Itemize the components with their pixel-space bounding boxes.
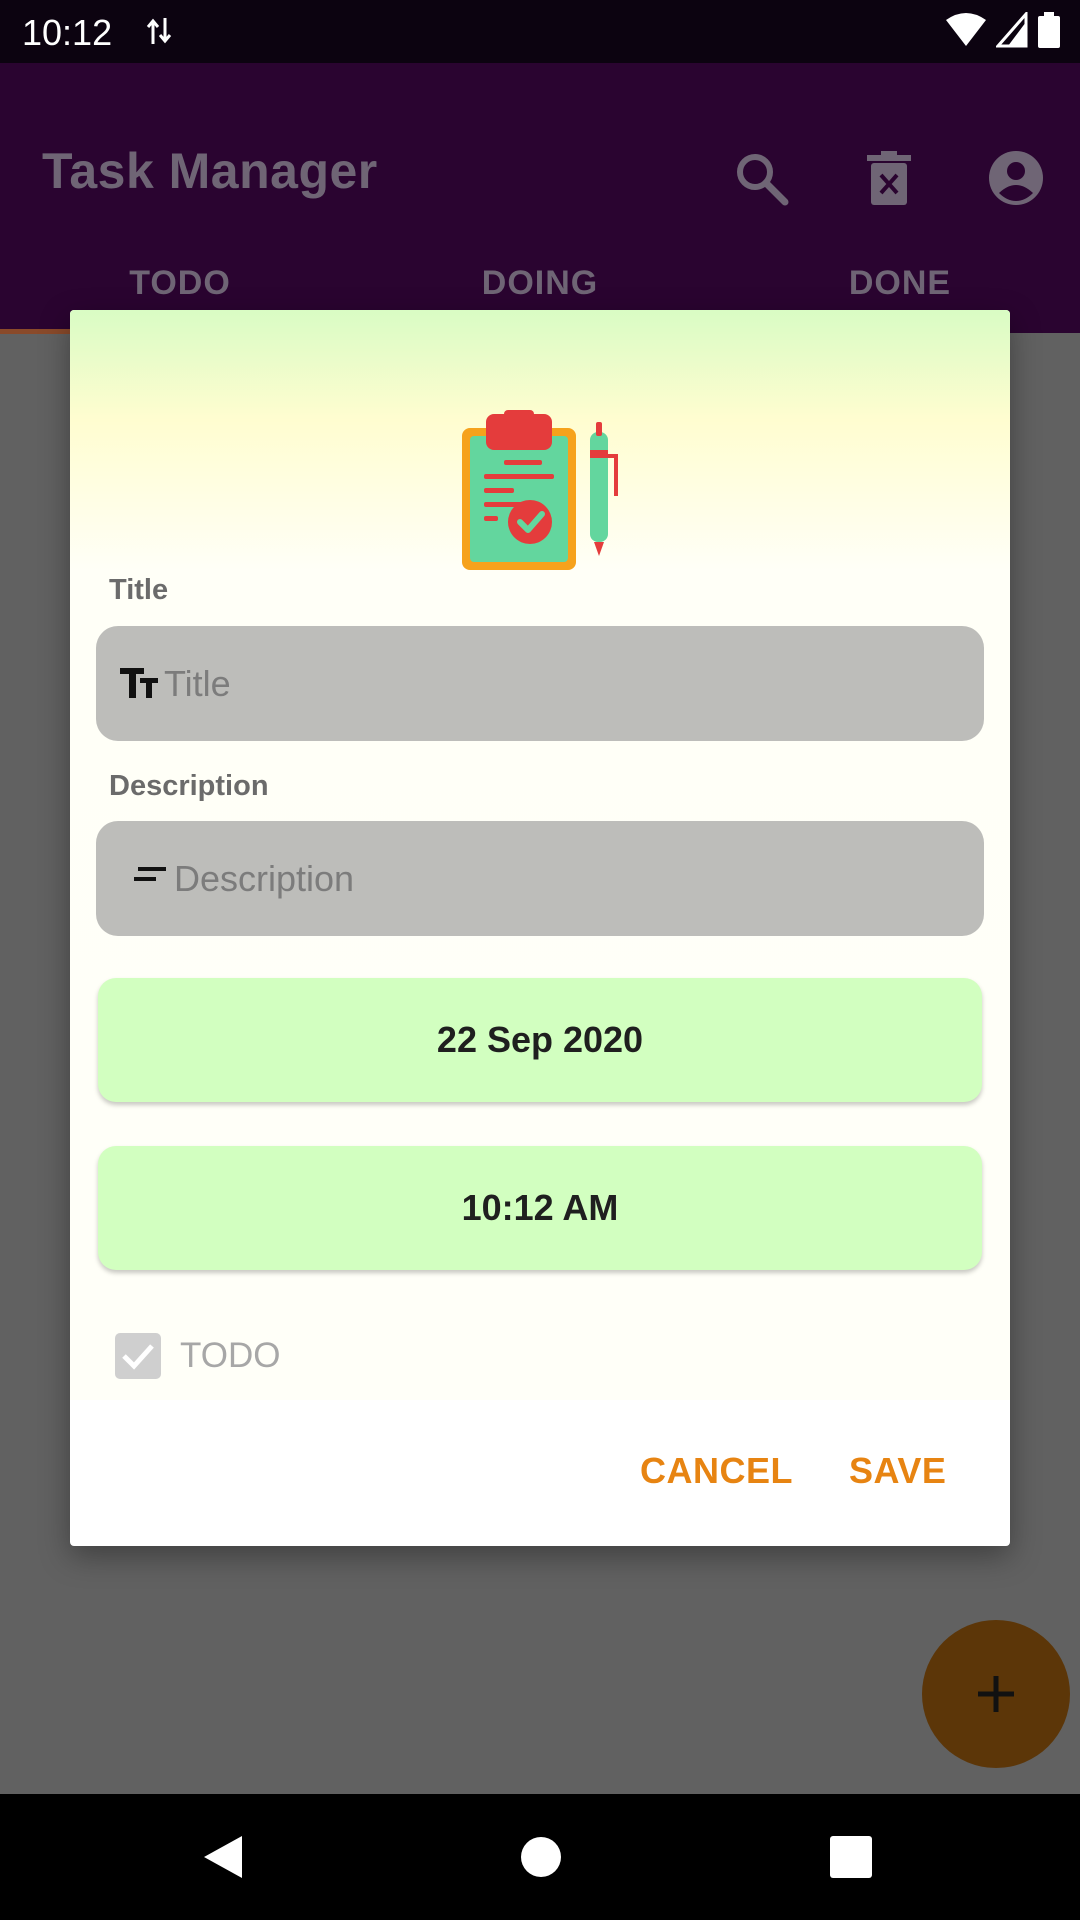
recents-icon <box>830 1836 872 1878</box>
app-bar: Task Manager TODO DOING DONE <box>0 63 1080 334</box>
add-task-dialog: Title Title Description Description 22 S… <box>70 310 1010 1546</box>
account-icon <box>989 151 1043 205</box>
dialog-content: Title Title Description Description 22 S… <box>70 310 1010 1400</box>
battery-icon <box>1038 12 1060 53</box>
search-icon <box>737 154 789 206</box>
description-field-label: Description <box>109 770 269 802</box>
delete-icon <box>867 151 911 205</box>
check-icon <box>122 1344 154 1370</box>
short-text-icon <box>134 867 166 881</box>
add-icon <box>978 1676 1014 1712</box>
nav-back-button[interactable] <box>190 1824 256 1890</box>
signal-icon <box>994 10 1028 53</box>
description-placeholder: Description <box>174 857 355 899</box>
time-picker-button[interactable]: 10:12 AM <box>98 1146 982 1270</box>
home-icon <box>521 1837 561 1877</box>
title-placeholder: Title <box>164 662 231 704</box>
app-title: Task Manager <box>42 143 378 199</box>
nav-recents-button[interactable] <box>818 1824 884 1890</box>
status-checkbox[interactable] <box>115 1333 161 1379</box>
date-picker-button[interactable]: 22 Sep 2020 <box>98 978 982 1102</box>
back-icon <box>204 1836 242 1878</box>
description-field[interactable]: Description <box>96 821 984 936</box>
wifi-icon <box>946 12 986 53</box>
status-time: 10:12 <box>22 12 113 53</box>
save-button[interactable]: SAVE <box>849 1450 946 1492</box>
title-field-label: Title <box>109 574 169 606</box>
status-checkbox-label: TODO <box>180 1336 281 1375</box>
system-nav-bar <box>0 1794 1080 1920</box>
title-field[interactable]: Title <box>96 626 984 741</box>
cancel-button[interactable]: CANCEL <box>640 1450 793 1492</box>
delete-all-button[interactable] <box>844 133 934 223</box>
clipboard-task-icon <box>462 410 618 570</box>
text-size-icon <box>120 668 158 698</box>
data-transfer-icon <box>146 16 172 51</box>
add-task-fab[interactable] <box>922 1620 1070 1768</box>
nav-home-button[interactable] <box>508 1824 574 1890</box>
status-bar: 10:12 <box>0 0 1080 63</box>
account-button[interactable] <box>971 133 1061 223</box>
search-button[interactable] <box>716 133 806 223</box>
